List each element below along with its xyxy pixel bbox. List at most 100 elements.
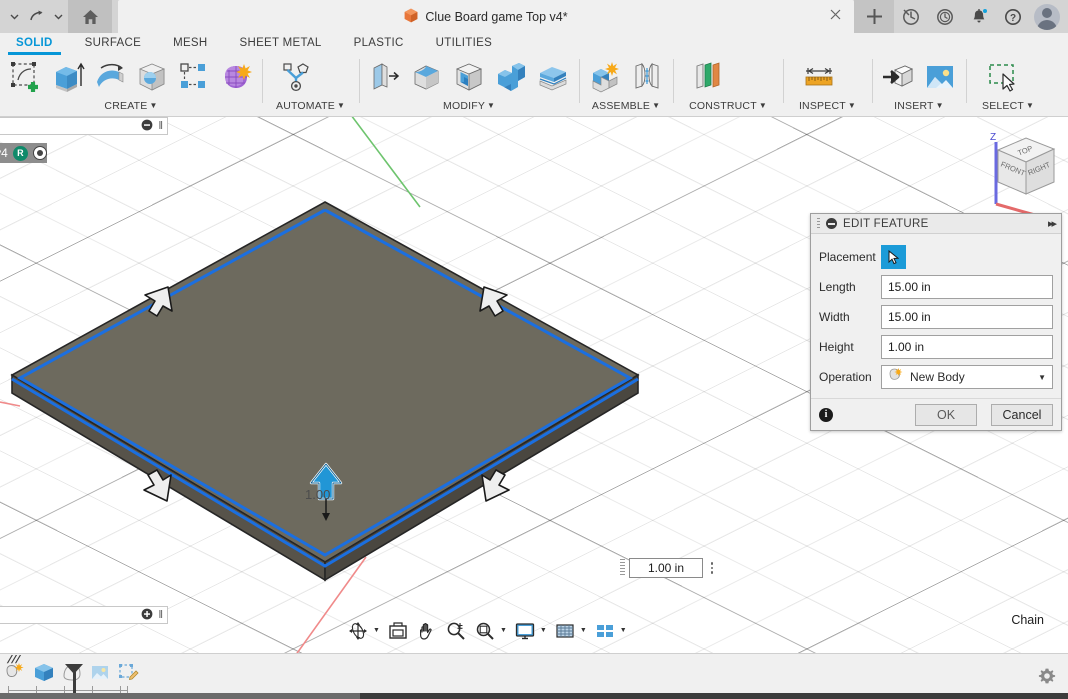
document-tab[interactable]: Clue Board game Top v4* — [118, 0, 854, 33]
offset-plane-icon[interactable] — [689, 56, 729, 98]
drag-handle-upper-right — [480, 287, 507, 316]
tab-plastic[interactable]: PLASTIC — [338, 33, 420, 55]
drag-grip-icon[interactable] — [620, 559, 625, 577]
extrude-icon[interactable] — [48, 56, 88, 98]
height-input[interactable] — [881, 335, 1053, 359]
timeline-new-body-icon[interactable] — [4, 660, 28, 684]
timeline-track[interactable] — [8, 690, 128, 691]
pattern-icon[interactable] — [174, 56, 214, 98]
tab-surface[interactable]: SURFACE — [69, 33, 157, 55]
resize-handle-icon[interactable]: ‖ — [158, 609, 163, 621]
edit-feature-dialog[interactable]: EDIT FEATURE ▸▸ Placement Length — [810, 213, 1062, 431]
press-pull-icon[interactable] — [365, 56, 405, 98]
insert-derive-icon[interactable] — [878, 56, 918, 98]
plus-icon[interactable] — [854, 0, 894, 33]
length-input[interactable] — [881, 275, 1053, 299]
chevron-down-icon[interactable]: ▼ — [149, 101, 157, 110]
width-input[interactable] — [881, 305, 1053, 329]
job-status-icon[interactable] — [894, 0, 928, 33]
avatar[interactable] — [1034, 4, 1060, 30]
window-select-icon[interactable] — [982, 56, 1022, 98]
dialog-title-bar[interactable]: EDIT FEATURE ▸▸ — [811, 214, 1061, 234]
chevron-down-icon[interactable]: ▼ — [580, 627, 587, 634]
home-icon[interactable] — [68, 0, 112, 33]
chevron-down-icon[interactable]: ▼ — [848, 101, 856, 110]
browser-row-root-label: oard game Top v4 — [0, 146, 8, 160]
chevron-down-icon[interactable]: ▼ — [759, 101, 767, 110]
plus-circle-icon[interactable] — [141, 608, 153, 623]
minus-circle-icon[interactable] — [141, 119, 153, 134]
clock-icon[interactable] — [928, 0, 962, 33]
view-navigation-bar: ▼ ▼ ▼ — [344, 617, 630, 645]
dimension-input-chip[interactable]: 1.00 in — [620, 557, 717, 579]
combine-icon[interactable] — [491, 56, 531, 98]
chevron-down-icon[interactable]: ▼ — [373, 627, 380, 634]
placement-select-button[interactable] — [881, 245, 906, 269]
chevron-down-icon[interactable]: ▼ — [652, 101, 660, 110]
chevron-down-icon[interactable]: ▼ — [620, 627, 627, 634]
viewports-icon[interactable]: ▼ — [591, 618, 630, 644]
3d-viewport[interactable]: 1.00 1.00 in Chain ‖ oard game Top v4 R … — [0, 117, 1068, 653]
help-icon[interactable]: ? — [996, 0, 1030, 33]
look-at-icon[interactable] — [384, 618, 412, 644]
forward-dropdown-caret-icon[interactable] — [48, 4, 68, 30]
revolve-icon[interactable] — [90, 56, 130, 98]
forward-arrow-icon[interactable] — [26, 4, 46, 30]
visibility-toggle-icon[interactable] — [33, 146, 47, 160]
field-placement-label: Placement — [819, 250, 881, 264]
ribbon-group-create-label: CREATE — [104, 100, 147, 112]
insert-image-icon[interactable] — [920, 56, 960, 98]
chevron-down-icon[interactable] — [4, 4, 24, 30]
tab-sheet-metal[interactable]: SHEET METAL — [224, 33, 338, 55]
info-icon[interactable]: i — [819, 408, 833, 422]
create-sketch-icon[interactable] — [6, 56, 46, 98]
chevron-down-icon[interactable]: ▼ — [1026, 101, 1034, 110]
new-component-icon[interactable] — [585, 56, 625, 98]
dialog-title-label: EDIT FEATURE — [843, 218, 929, 230]
tab-mesh-label: MESH — [173, 37, 207, 49]
timeline-sketch-feature-icon[interactable] — [116, 660, 140, 684]
zoom-icon[interactable] — [442, 618, 470, 644]
minus-circle-icon[interactable] — [826, 218, 837, 229]
form-icon[interactable] — [216, 56, 256, 98]
ok-button[interactable]: OK — [915, 404, 977, 426]
orbit-icon[interactable]: ▼ — [344, 618, 383, 644]
timeline-box-feature-icon[interactable] — [32, 660, 56, 684]
joint-icon[interactable] — [627, 56, 667, 98]
close-icon[interactable] — [828, 9, 842, 23]
automate-generative-icon[interactable] — [276, 56, 316, 98]
field-operation-label: Operation — [819, 370, 881, 384]
field-operation: Operation New Body ▼ — [819, 362, 1053, 392]
operation-dropdown[interactable]: New Body ▼ — [881, 365, 1053, 389]
double-chevron-right-icon[interactable]: ▸▸ — [1048, 217, 1055, 230]
tab-solid[interactable]: SOLID — [0, 33, 69, 55]
more-options-icon[interactable] — [707, 558, 717, 578]
resize-handle-icon[interactable]: ‖ — [158, 120, 163, 132]
grid-snaps-icon[interactable]: ▼ — [551, 618, 590, 644]
zoom-window-icon[interactable]: ▼ — [471, 618, 510, 644]
chevron-down-icon[interactable]: ▼ — [487, 101, 495, 110]
chevron-down-icon[interactable]: ▼ — [337, 101, 345, 110]
chevron-down-icon[interactable]: ▼ — [540, 627, 547, 634]
chevron-down-icon[interactable]: ▼ — [936, 101, 944, 110]
view-cube[interactable]: Z X TOP FRONT RIGHT — [958, 122, 1058, 222]
offset-face-icon[interactable] — [533, 56, 573, 98]
tab-utilities[interactable]: UTILITIES — [420, 33, 508, 55]
tab-mesh[interactable]: MESH — [157, 33, 223, 55]
sphere-icon[interactable] — [132, 56, 172, 98]
browser-row-root[interactable]: oard game Top v4 R — [0, 143, 47, 163]
dialog-body: Placement Length Width — [811, 234, 1061, 398]
fillet-icon[interactable] — [407, 56, 447, 98]
timeline-canvas-image-icon[interactable] — [88, 660, 112, 684]
display-settings-icon[interactable]: ▼ — [511, 618, 550, 644]
cancel-button[interactable]: Cancel — [991, 404, 1053, 426]
gear-icon[interactable] — [1038, 667, 1056, 688]
chevron-down-icon[interactable]: ▼ — [500, 627, 507, 634]
drag-grip-icon[interactable] — [817, 218, 820, 230]
shell-icon[interactable] — [449, 56, 489, 98]
chevron-down-icon[interactable]: ▼ — [1038, 373, 1046, 382]
bell-icon[interactable] — [962, 0, 996, 33]
pan-hand-icon[interactable] — [413, 618, 441, 644]
measure-icon[interactable] — [799, 56, 839, 98]
dimension-value[interactable]: 1.00 in — [629, 558, 703, 578]
